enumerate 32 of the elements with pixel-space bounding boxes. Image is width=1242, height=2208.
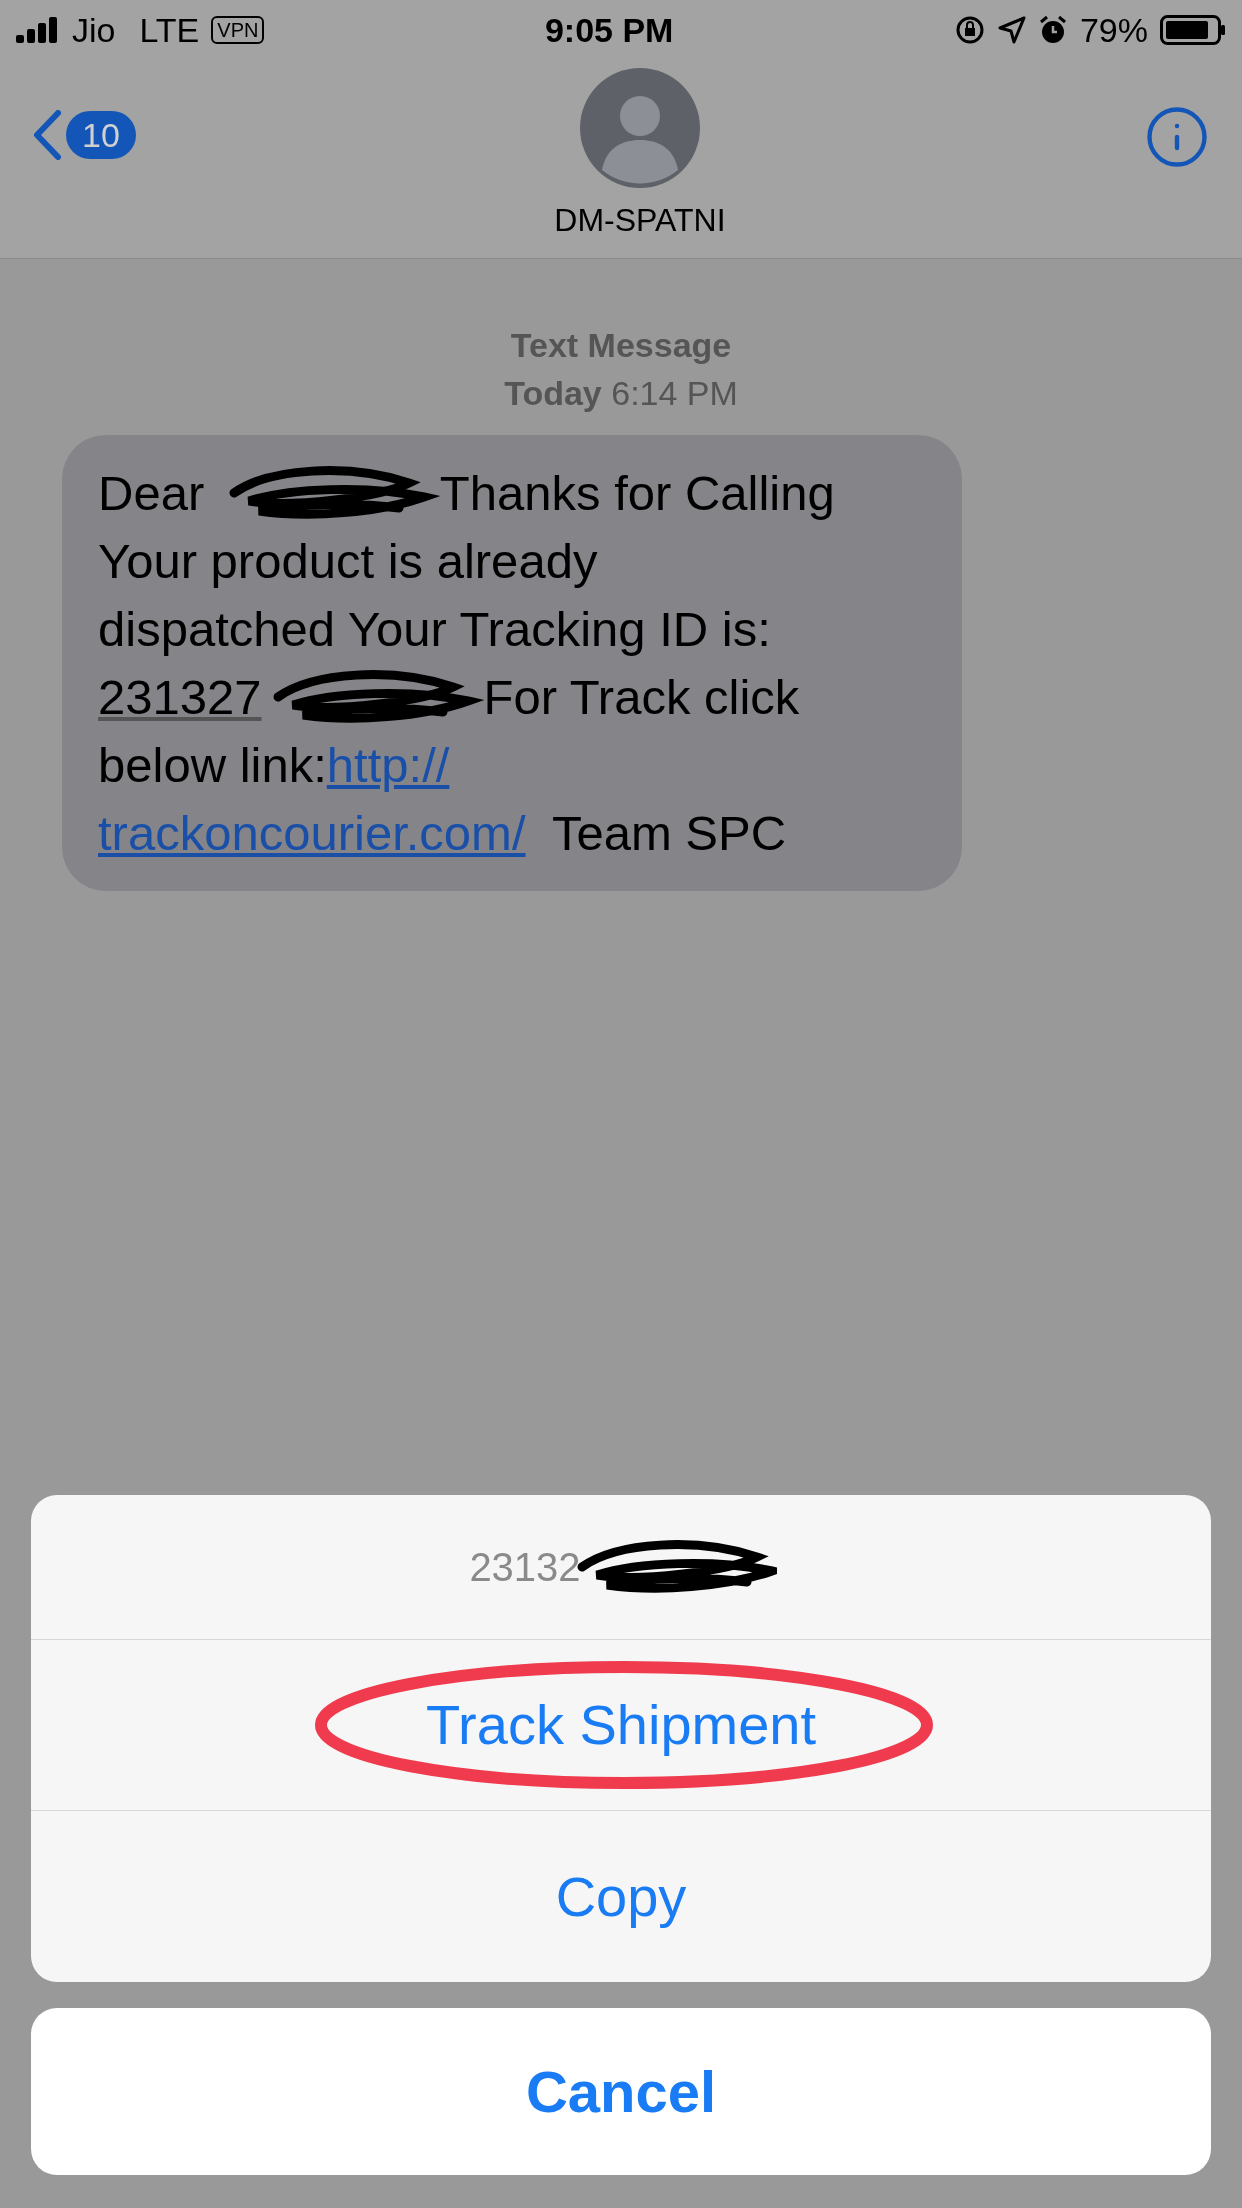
alarm-icon [1037, 15, 1068, 45]
status-time: 9:05 PM [544, 9, 674, 51]
message-text: Your product is already [98, 533, 598, 590]
message-text: Thanks for Calling [439, 465, 835, 522]
message-type-label: Text Message [510, 325, 732, 366]
battery-percent: 79% [1079, 9, 1148, 51]
message-text: For Track click [483, 669, 800, 726]
tracking-number[interactable]: 231327 [98, 663, 262, 731]
message-timestamp: Today 6:14 PM [504, 373, 738, 414]
sheet-title: 23132 [469, 1544, 581, 1591]
message-text: Dear [98, 465, 206, 522]
back-button[interactable]: 10 [32, 110, 136, 160]
message-link[interactable]: trackoncourier.com/ [98, 799, 526, 867]
message-bubble[interactable]: Dear Thanks for Calling Your product is already dispatched Your Tracking ID is: 231327 For Track click below link:http:// trackoncourier.com/ Team SPC [62, 435, 962, 891]
info-icon[interactable] [1144, 104, 1210, 170]
action-button[interactable]: Track Shipment [31, 1640, 1211, 1811]
carrier-name: Jio [72, 9, 116, 51]
battery-icon [1160, 15, 1226, 45]
message-text: Team SPC [550, 805, 787, 862]
network-type: LTE [139, 9, 200, 51]
message-link[interactable]: http:// [326, 731, 450, 799]
signal-icon [16, 17, 60, 43]
vpn-badge: VPN [211, 16, 265, 44]
cancel-button[interactable]: Cancel [31, 2008, 1211, 2175]
location-icon [997, 16, 1026, 44]
message-text: dispatched Your Tracking ID is: [98, 601, 771, 658]
chevron-left-icon [32, 110, 62, 160]
contact-name: DM-SPATNI [554, 201, 726, 240]
message-text: below link: [98, 737, 327, 794]
action-button[interactable]: Copy [31, 1811, 1211, 1982]
contact-avatar[interactable] [579, 68, 700, 188]
unread-count-badge: 10 [66, 111, 136, 159]
